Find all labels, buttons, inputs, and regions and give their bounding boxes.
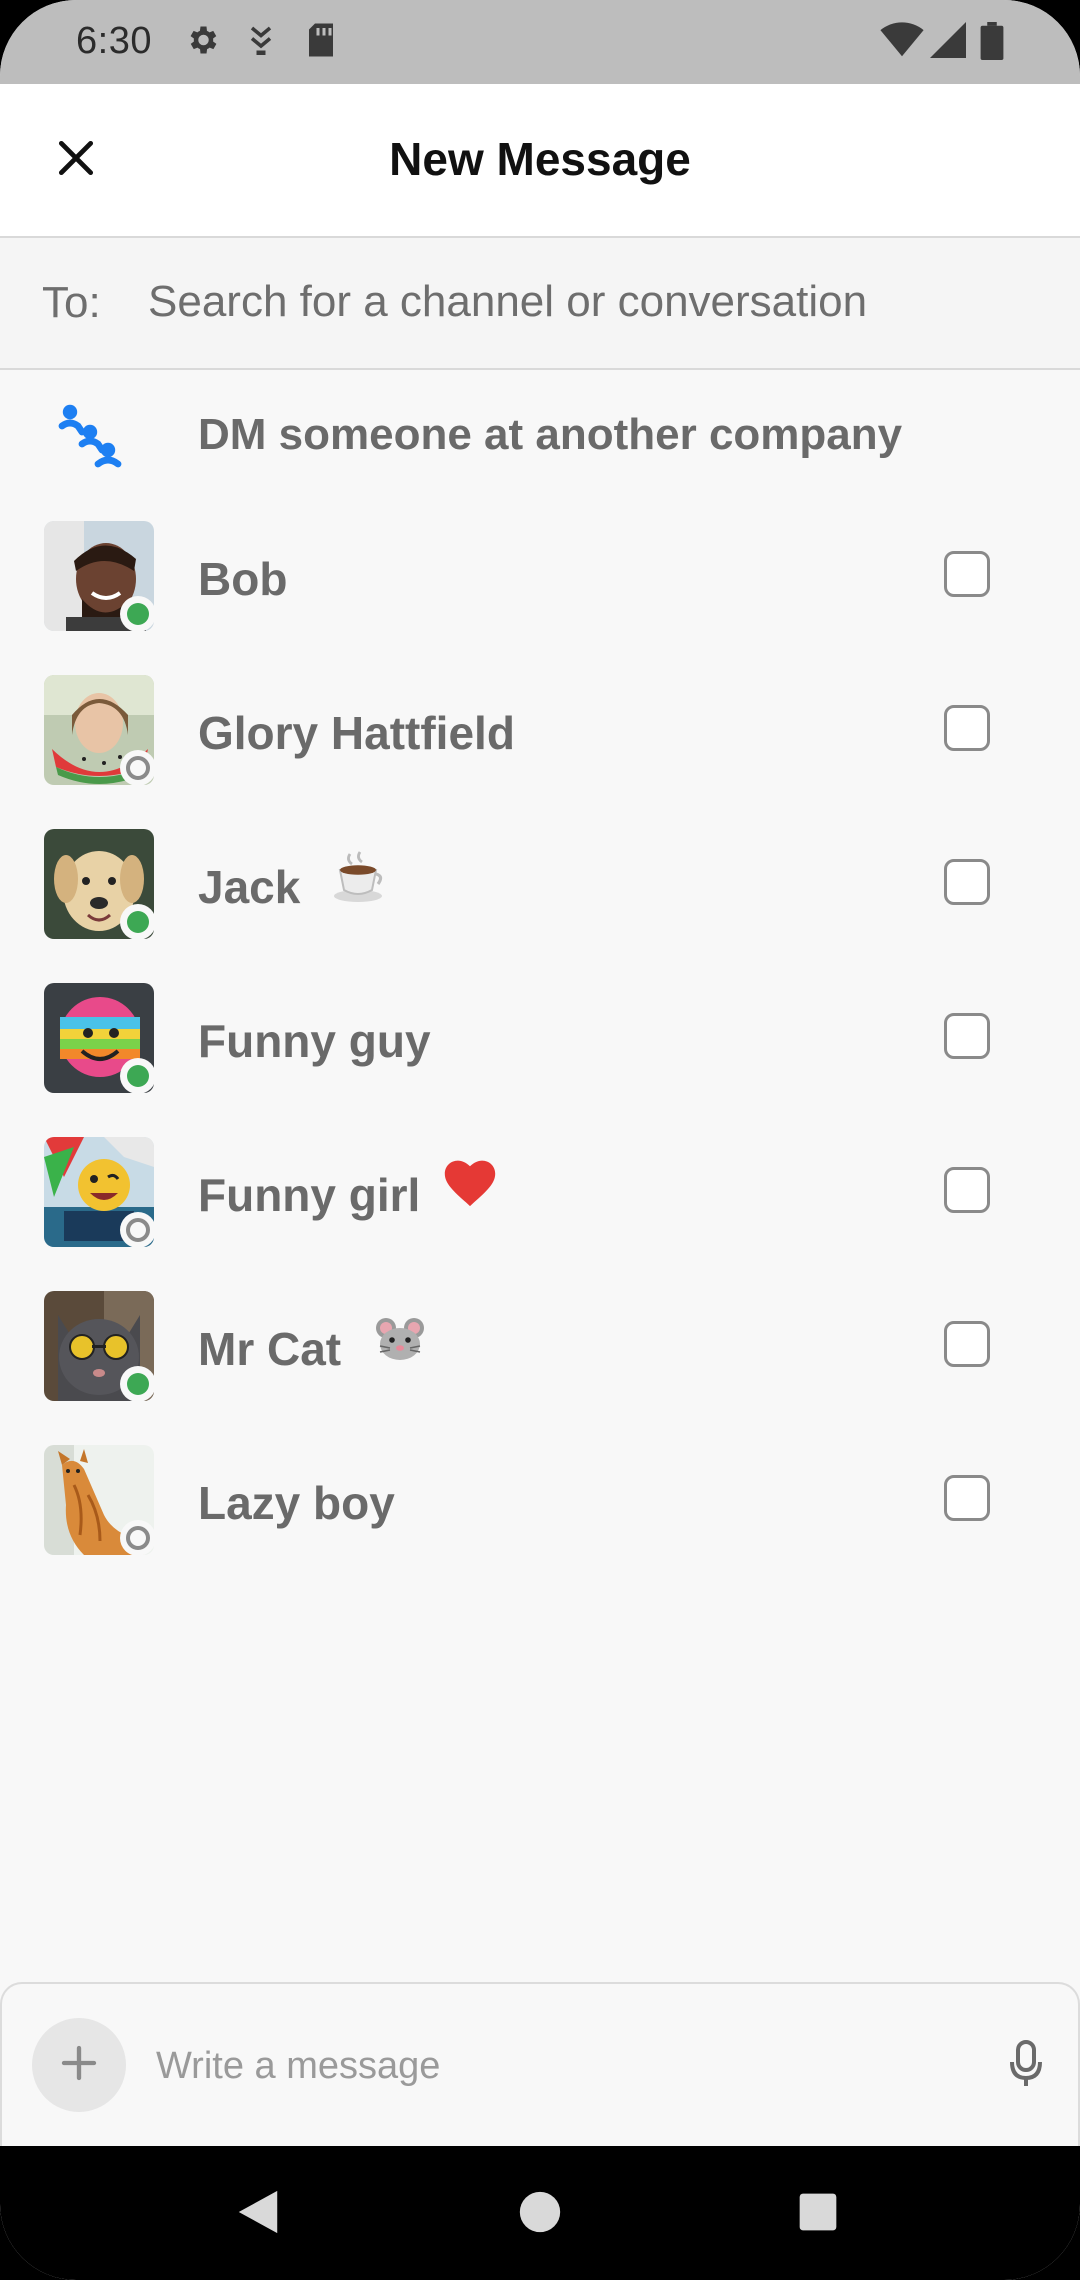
back-button[interactable]	[226, 2182, 290, 2246]
page-title: New Message	[389, 133, 691, 185]
shared-channel-icon	[58, 400, 126, 468]
contact-name: Jack	[198, 861, 301, 913]
contact-name: Funny guy	[198, 1015, 431, 1067]
screen: 6:30 New Message To: Search for a channe…	[0, 0, 1080, 2280]
to-label: To:	[42, 278, 101, 327]
microphone-icon	[1008, 2039, 1044, 2093]
coffee-icon	[330, 848, 386, 904]
heart-icon	[442, 1156, 498, 1212]
status-active-badge	[120, 904, 156, 940]
back-icon	[234, 2187, 282, 2242]
contact-row-funny-girl[interactable]: Funny girl	[0, 1116, 1080, 1270]
dm-external-button[interactable]: DM someone at another company	[0, 370, 1080, 500]
search-input[interactable]	[148, 268, 1028, 336]
status-away-badge	[120, 750, 156, 786]
navigation-bar	[0, 2146, 1080, 2280]
signal-icon	[930, 22, 966, 63]
sd-card-icon	[306, 22, 336, 63]
select-checkbox[interactable]	[944, 1475, 990, 1521]
attach-button[interactable]	[32, 2018, 126, 2112]
status-away-badge	[120, 1212, 156, 1248]
home-icon	[518, 2190, 562, 2239]
settings-icon	[184, 22, 220, 63]
recents-icon	[798, 2192, 838, 2237]
status-away-badge	[120, 1520, 156, 1556]
contact-row-bob[interactable]: Bob	[0, 500, 1080, 654]
select-checkbox[interactable]	[944, 859, 990, 905]
message-composer	[0, 1982, 1080, 2146]
app-bar: New Message	[0, 84, 1080, 238]
status-active-badge	[120, 1366, 156, 1402]
contact-name: Glory Hattfield	[198, 707, 515, 759]
status-active-badge	[120, 1058, 156, 1094]
contact-name: Funny girl	[198, 1169, 421, 1221]
to-field-row: To:	[0, 238, 1080, 370]
contact-name: Lazy boy	[198, 1477, 395, 1529]
wifi-icon	[880, 22, 924, 63]
select-checkbox[interactable]	[944, 1013, 990, 1059]
select-checkbox[interactable]	[944, 1321, 990, 1367]
download-icon	[246, 22, 276, 63]
message-input[interactable]	[156, 2034, 956, 2098]
contact-row-funny-guy[interactable]: Funny guy	[0, 962, 1080, 1116]
mouse-icon	[372, 1310, 428, 1366]
device-frame: 6:30 New Message To: Search for a channe…	[0, 0, 1080, 2280]
recents-button[interactable]	[786, 2182, 850, 2246]
contact-name: Mr Cat	[198, 1323, 342, 1375]
contact-row-mr-cat[interactable]: Mr Cat	[0, 1270, 1080, 1424]
dm-external-label: DM someone at another company	[198, 410, 903, 459]
contact-row-lazy-boy[interactable]: Lazy boy	[0, 1424, 1080, 1578]
select-checkbox[interactable]	[944, 705, 990, 751]
plus-icon	[59, 2043, 99, 2088]
battery-icon	[980, 22, 1004, 65]
status-time: 6:30	[76, 20, 152, 62]
contact-row-glory-hattfield[interactable]: Glory Hattfield	[0, 654, 1080, 808]
contact-name: Bob	[198, 553, 288, 605]
home-button[interactable]	[508, 2182, 572, 2246]
select-checkbox[interactable]	[944, 551, 990, 597]
status-active-badge	[120, 596, 156, 632]
select-checkbox[interactable]	[944, 1167, 990, 1213]
status-bar: 6:30	[0, 0, 1080, 84]
contact-row-jack[interactable]: Jack	[0, 808, 1080, 962]
voice-button[interactable]	[996, 2028, 1056, 2104]
